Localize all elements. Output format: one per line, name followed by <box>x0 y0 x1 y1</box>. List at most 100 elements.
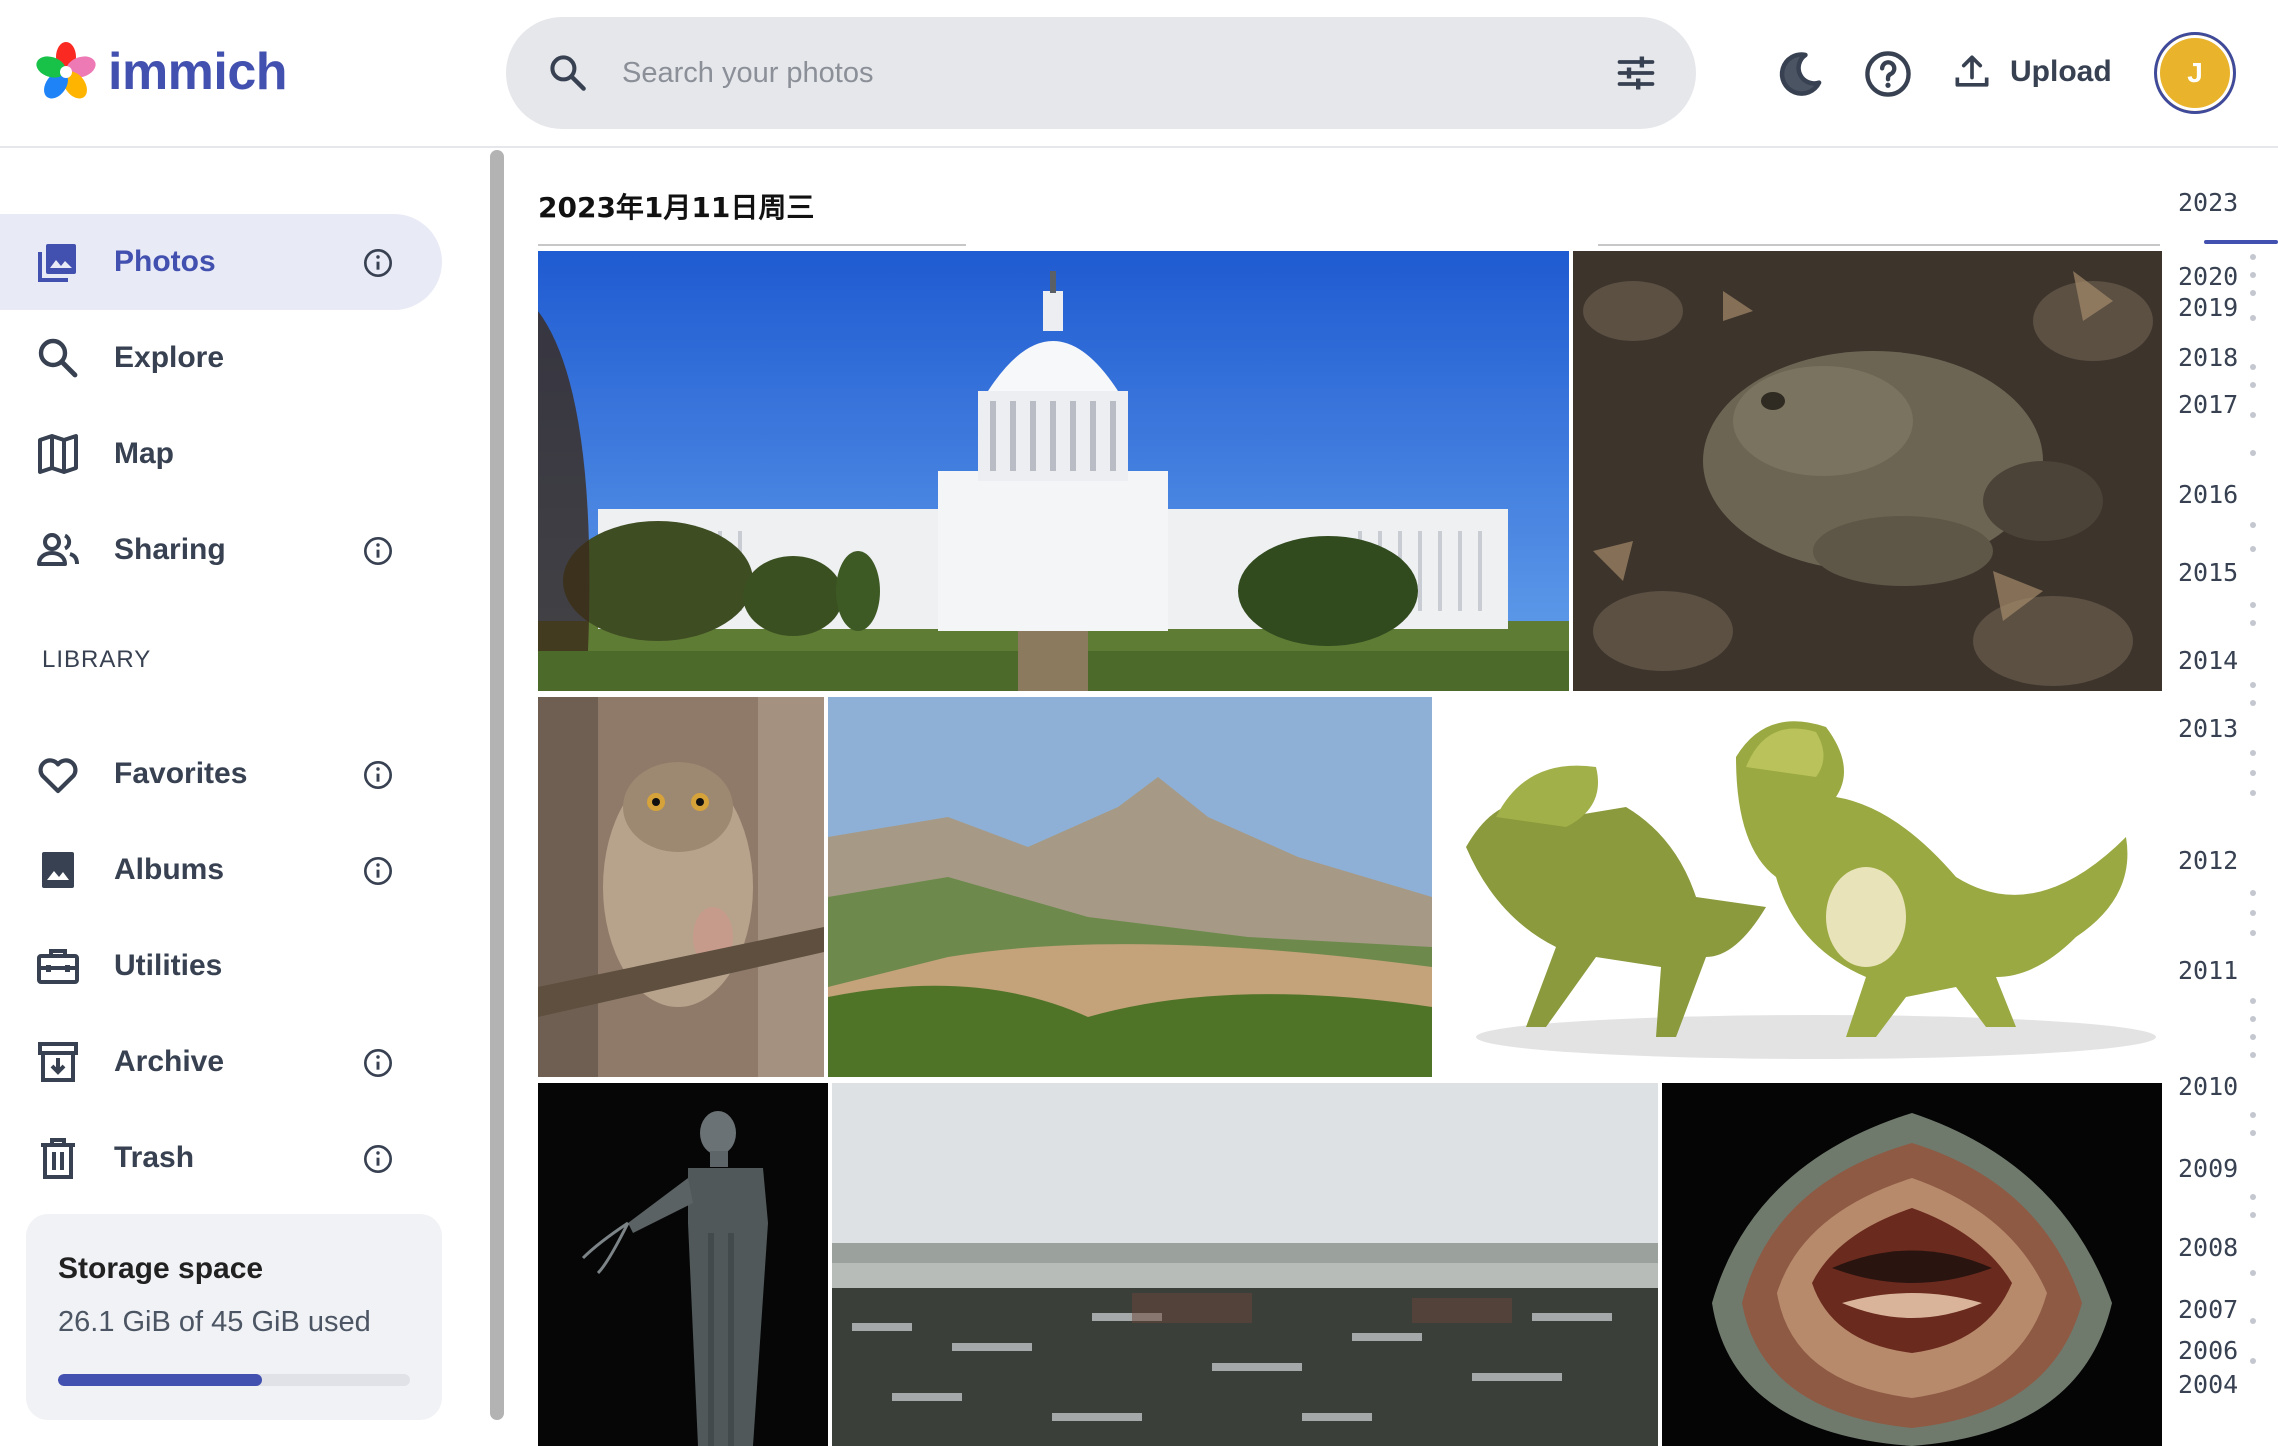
scrubber-year[interactable]: 2008 <box>2178 1233 2238 1262</box>
scrubber-year[interactable]: 2014 <box>2178 646 2238 675</box>
dinosaurs-illustration[interactable] <box>1436 697 2162 1077</box>
scrubber-year[interactable]: 2012 <box>2178 846 2238 875</box>
upload-label: Upload <box>2010 55 2112 88</box>
sidebar-item-label: Map <box>114 437 174 470</box>
library-section-label: LIBRARY <box>42 646 152 673</box>
scrubber-year[interactable]: 2015 <box>2178 558 2238 587</box>
scrubber-year[interactable]: 2018 <box>2178 343 2238 372</box>
moon-icon[interactable] <box>1774 48 1826 100</box>
scrubber-year[interactable]: 2004 <box>2178 1370 2238 1399</box>
info-icon[interactable] <box>362 1047 394 1079</box>
scrubber-dot <box>2250 790 2256 796</box>
storage-usage-text: 26.1 GiB of 45 GiB used <box>58 1306 371 1338</box>
scrubber-dot <box>2250 546 2256 552</box>
immich-logo[interactable]: immich <box>34 40 288 104</box>
statue-photo[interactable] <box>538 1083 828 1446</box>
scrubber-year[interactable]: 2020 <box>2178 262 2238 291</box>
date-group-title: 2023年1月11日周三 <box>538 191 815 224</box>
sidebar-item-utilities[interactable]: Utilities <box>0 918 442 1014</box>
storage-title: Storage space <box>58 1252 264 1285</box>
scrubber-dot <box>2250 1212 2256 1218</box>
scrubber-dot <box>2250 1112 2256 1118</box>
scrubber-dot <box>2250 750 2256 756</box>
scrubber-year[interactable]: 2007 <box>2178 1295 2238 1324</box>
capitol-building-photo[interactable] <box>538 251 1569 691</box>
sidebar: Photos Explore Map Sharing LIBRARY Favor… <box>0 150 484 1446</box>
sidebar-item-trash[interactable]: Trash <box>0 1110 442 1206</box>
map-icon <box>38 434 78 474</box>
sidebar-item-sharing[interactable]: Sharing <box>0 502 442 598</box>
divider <box>538 244 966 246</box>
scrubber-dot <box>2250 450 2256 456</box>
scrubber-year[interactable]: 2017 <box>2178 390 2238 419</box>
trash-icon <box>41 1138 75 1179</box>
scrubber-dot <box>2250 522 2256 528</box>
scrubber-dot <box>2250 290 2256 296</box>
scrubber-dot <box>2250 700 2256 706</box>
info-icon[interactable] <box>362 535 394 567</box>
sidebar-item-albums[interactable]: Albums <box>0 822 442 918</box>
scrubber-dot <box>2250 254 2256 260</box>
scrubber-dot <box>2250 1358 2256 1364</box>
scrubber-dot <box>2250 1130 2256 1136</box>
scrubber-dot <box>2250 930 2256 936</box>
mountain-photo[interactable] <box>828 697 1432 1077</box>
albums-icon <box>42 852 74 888</box>
scrubber-dot <box>2250 998 2256 1004</box>
search-filter-icon[interactable] <box>1614 51 1658 95</box>
sidebar-item-favorites[interactable]: Favorites <box>0 726 442 822</box>
scrubber-year[interactable]: 2016 <box>2178 480 2238 509</box>
photos-icon <box>38 244 76 282</box>
scrubber-year[interactable]: 2009 <box>2178 1154 2238 1183</box>
sidebar-item-label: Explore <box>114 341 225 374</box>
scrubber-dot <box>2250 1016 2256 1022</box>
scrubber-dot <box>2250 1034 2256 1040</box>
info-icon[interactable] <box>362 759 394 791</box>
sidebar-scrollbar[interactable] <box>490 150 504 1420</box>
heart-icon <box>38 758 78 794</box>
search-bar[interactable] <box>506 17 1696 129</box>
snowy-forest-photo[interactable] <box>832 1083 1658 1446</box>
sidebar-item-label: Sharing <box>114 533 226 566</box>
upload-button[interactable]: Upload <box>1950 44 2112 100</box>
scrubber-dot <box>2250 412 2256 418</box>
owl-photo[interactable] <box>538 697 824 1077</box>
archive-icon <box>38 1042 78 1082</box>
sidebar-item-archive[interactable]: Archive <box>0 1014 442 1110</box>
storage-card: Storage space 26.1 GiB of 45 GiB used <box>26 1214 442 1420</box>
scrubber-year[interactable]: 2010 <box>2178 1072 2238 1101</box>
agate-photo[interactable] <box>1662 1083 2162 1446</box>
toad-photo[interactable] <box>1573 251 2162 691</box>
scrubber-dot <box>2250 910 2256 916</box>
storage-progress-fill <box>58 1374 263 1386</box>
scrubber-year[interactable]: 2006 <box>2178 1336 2238 1365</box>
info-icon[interactable] <box>362 855 394 887</box>
timeline-scrubber[interactable]: 2023 2020 2019 2018 2017 2016 2015 2014 … <box>2160 150 2278 1446</box>
divider <box>1598 244 2160 246</box>
scrubber-dot <box>2250 890 2256 896</box>
info-icon[interactable] <box>362 247 394 279</box>
scrubber-year[interactable]: 2013 <box>2178 714 2238 743</box>
sidebar-item-label: Trash <box>114 1141 195 1174</box>
search-input[interactable] <box>622 45 1522 101</box>
storage-progress-bar <box>58 1374 410 1386</box>
sharing-icon <box>37 533 79 566</box>
scrubber-dot <box>2250 1052 2256 1058</box>
scrubber-dot <box>2250 364 2256 370</box>
utilities-icon <box>37 949 79 984</box>
sidebar-item-map[interactable]: Map <box>0 406 442 502</box>
scrubber-position-indicator[interactable] <box>2204 240 2278 244</box>
info-icon[interactable] <box>362 1143 394 1175</box>
help-icon[interactable] <box>1862 48 1914 100</box>
user-avatar[interactable]: J <box>2154 32 2236 114</box>
sidebar-item-photos[interactable]: Photos <box>0 214 442 310</box>
top-bar: immich Upload J <box>0 0 2278 148</box>
scrubber-dot <box>2250 1194 2256 1200</box>
sidebar-item-label: Utilities <box>114 949 223 982</box>
scrubber-year[interactable]: 2023 <box>2178 188 2238 217</box>
search-icon[interactable] <box>546 51 590 95</box>
scrubber-year[interactable]: 2011 <box>2178 956 2238 985</box>
sidebar-item-explore[interactable]: Explore <box>0 310 442 406</box>
scrubber-dot <box>2250 770 2256 776</box>
scrubber-year[interactable]: 2019 <box>2178 293 2238 322</box>
